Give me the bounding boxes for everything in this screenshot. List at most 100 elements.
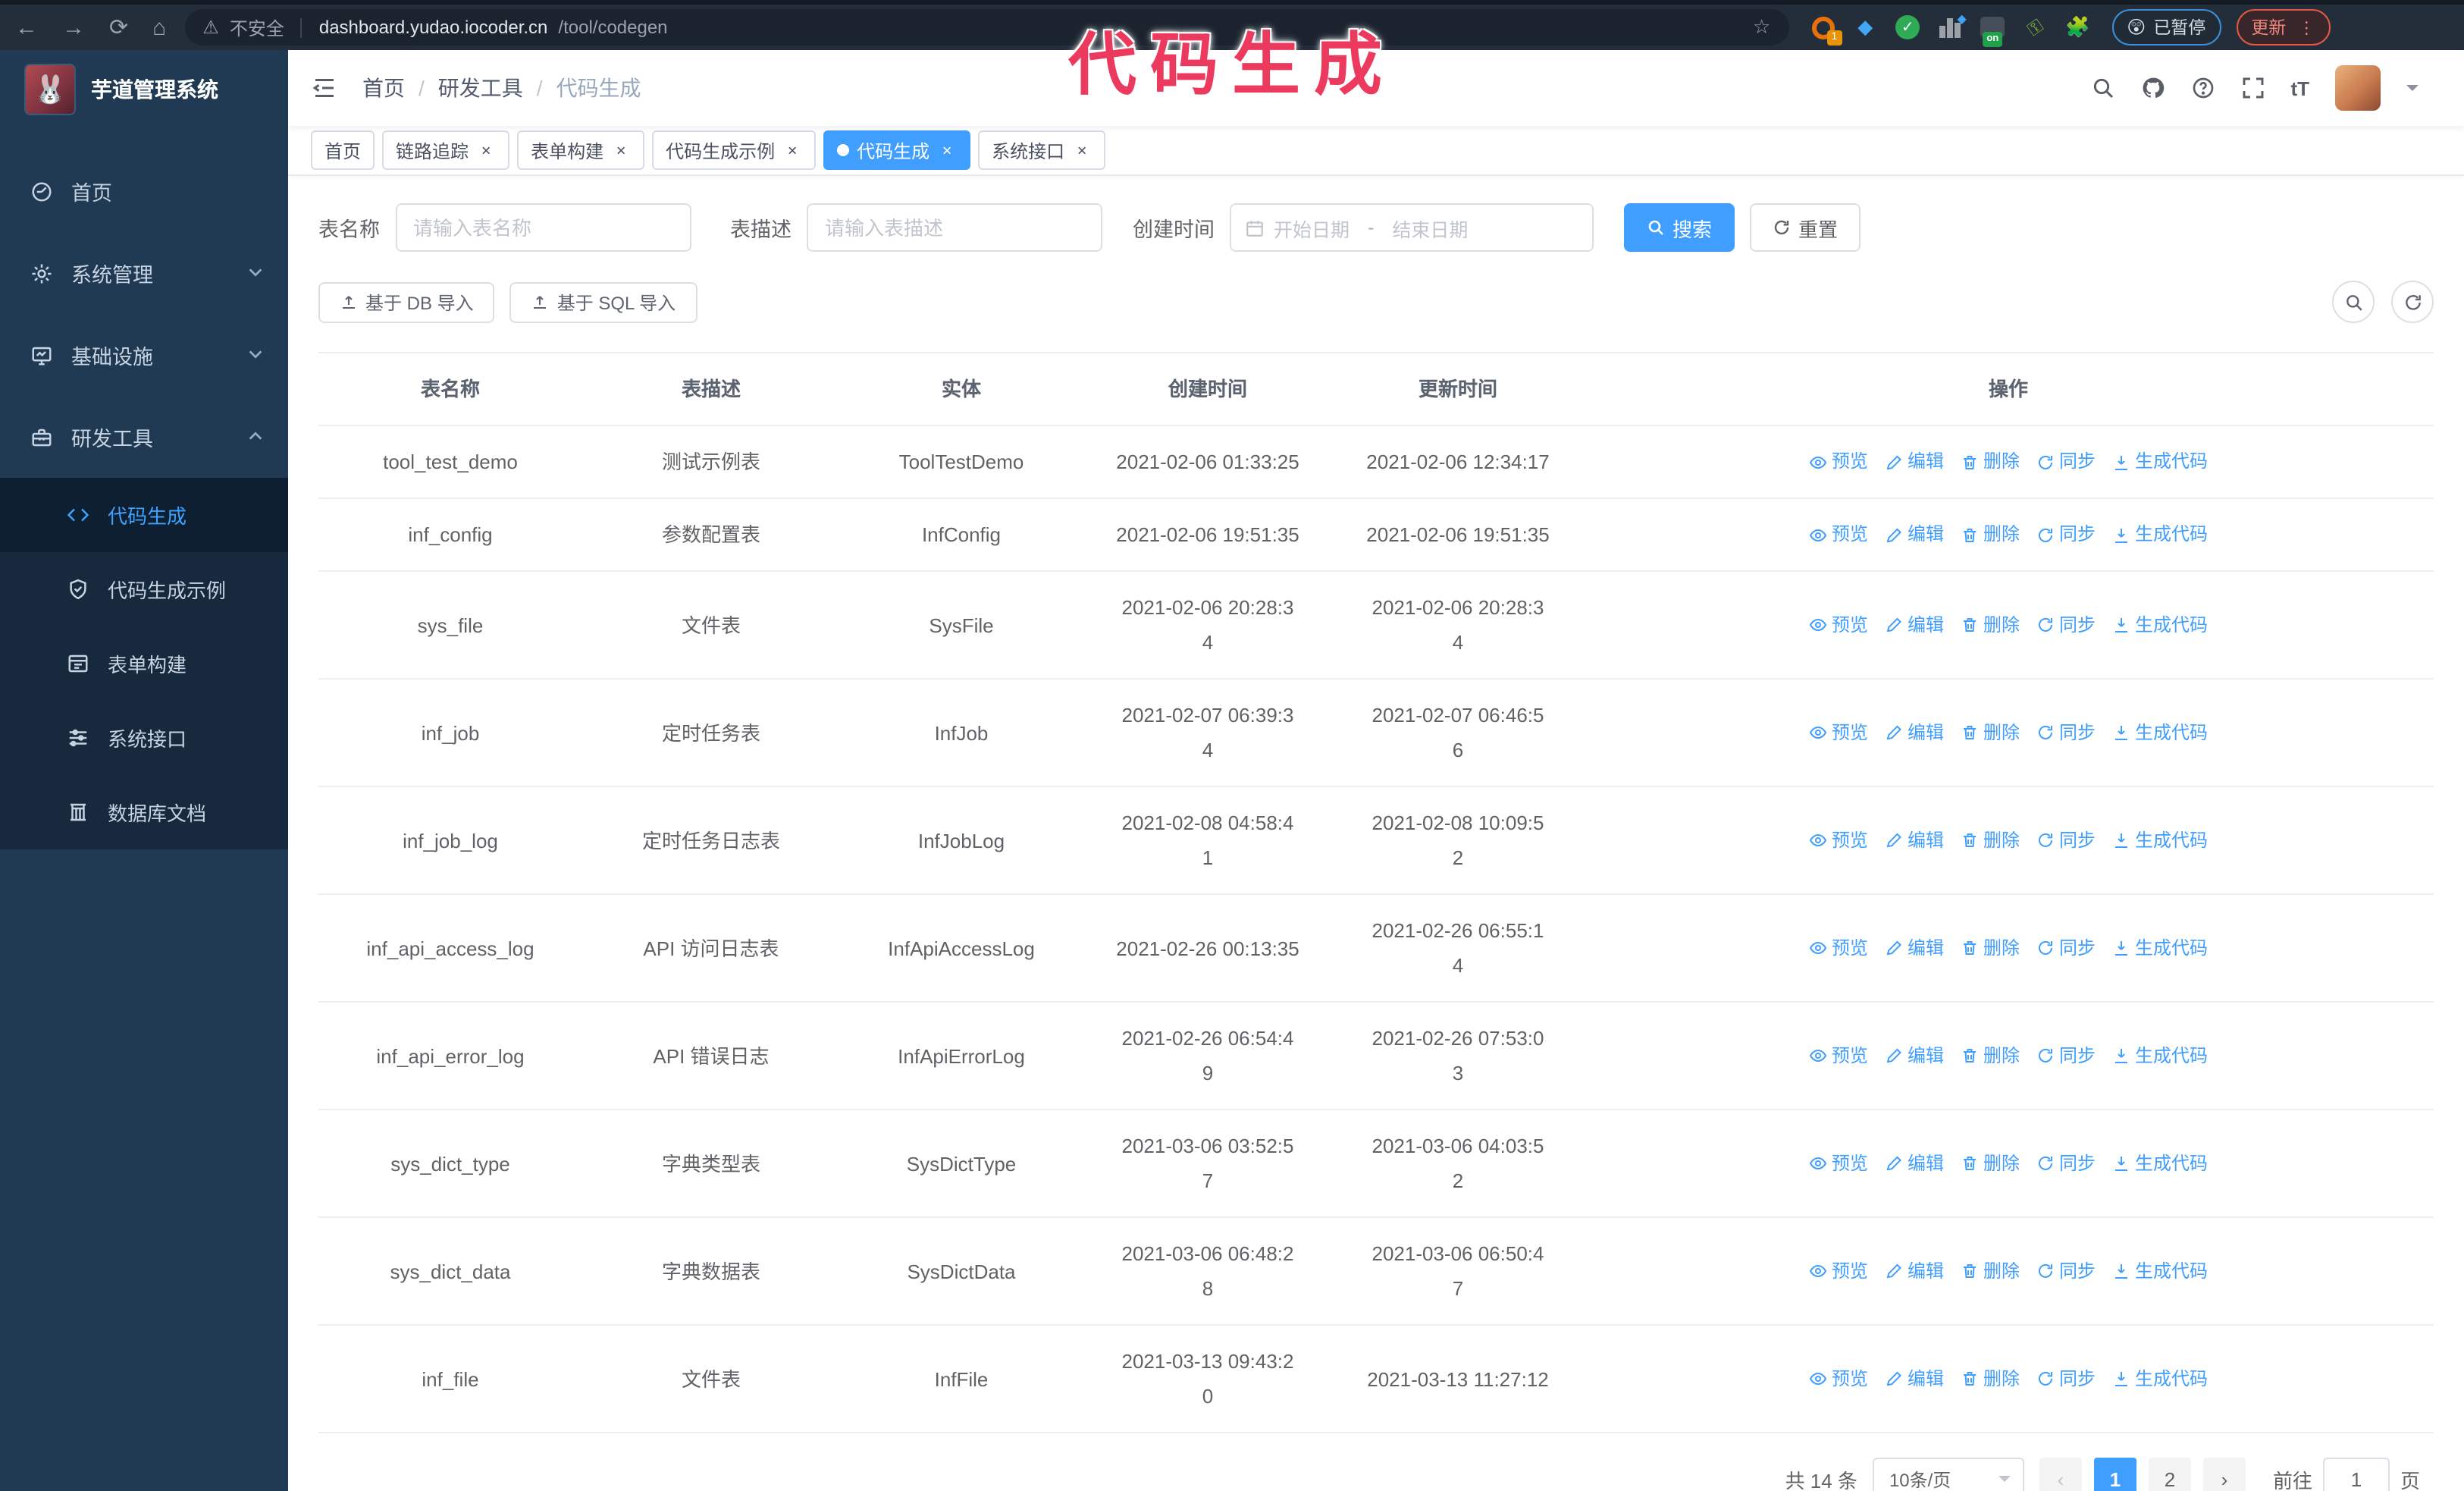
- extensions-puzzle-icon[interactable]: 🧩: [2064, 14, 2090, 40]
- generate-code-link[interactable]: 生成代码: [2112, 1361, 2208, 1396]
- sync-link[interactable]: 同步: [2036, 1361, 2096, 1396]
- edit-link[interactable]: 编辑: [1885, 607, 1944, 642]
- edit-link[interactable]: 编辑: [1885, 1361, 1944, 1396]
- generate-code-link[interactable]: 生成代码: [2112, 931, 2208, 965]
- table-desc-input[interactable]: [807, 203, 1102, 252]
- extension-key-icon[interactable]: ⚿: [2017, 9, 2053, 45]
- delete-link[interactable]: 删除: [1961, 1254, 2020, 1289]
- delete-link[interactable]: 删除: [1961, 1361, 2020, 1396]
- browser-back-icon[interactable]: ←: [15, 16, 38, 39]
- generate-code-link[interactable]: 生成代码: [2112, 607, 2208, 642]
- breadcrumb-group[interactable]: 研发工具: [438, 73, 523, 103]
- fullscreen-icon[interactable]: [2240, 76, 2265, 100]
- extension-dark-icon[interactable]: on: [1980, 14, 2005, 46]
- browser-forward-icon[interactable]: →: [62, 16, 85, 39]
- preview-link[interactable]: 预览: [1809, 444, 1868, 479]
- bookmark-star-icon[interactable]: ☆: [1753, 15, 1770, 39]
- toggle-search-button[interactable]: [2332, 281, 2375, 323]
- next-page-button[interactable]: ›: [2202, 1458, 2246, 1491]
- search-button[interactable]: 搜索: [1624, 203, 1735, 252]
- generate-code-link[interactable]: 生成代码: [2112, 1254, 2208, 1289]
- sidebar-item-system[interactable]: 系统管理: [0, 232, 288, 314]
- edit-link[interactable]: 编辑: [1885, 931, 1944, 965]
- sync-link[interactable]: 同步: [2036, 1038, 2096, 1073]
- sidebar-item-form-builder[interactable]: 表单构建: [0, 626, 288, 701]
- extension-check-icon[interactable]: ✓: [1895, 14, 1920, 40]
- sync-link[interactable]: 同步: [2036, 517, 2096, 552]
- close-icon[interactable]: [476, 140, 496, 160]
- font-size-icon[interactable]: [2290, 77, 2309, 99]
- delete-link[interactable]: 删除: [1961, 823, 2020, 858]
- edit-link[interactable]: 编辑: [1885, 823, 1944, 858]
- generate-code-link[interactable]: 生成代码: [2112, 1038, 2208, 1073]
- close-icon[interactable]: [611, 140, 631, 160]
- edit-link[interactable]: 编辑: [1885, 517, 1944, 552]
- edit-link[interactable]: 编辑: [1885, 444, 1944, 479]
- browser-menu-icon[interactable]: ⋮: [2298, 17, 2315, 37]
- tab-trace[interactable]: 链路追踪: [382, 130, 510, 170]
- delete-link[interactable]: 删除: [1961, 607, 2020, 642]
- breadcrumb-home[interactable]: 首页: [362, 73, 405, 103]
- edit-link[interactable]: 编辑: [1885, 1038, 1944, 1073]
- sync-link[interactable]: 同步: [2036, 931, 2096, 965]
- sidebar-item-codegen[interactable]: 代码生成: [0, 478, 288, 552]
- address-bar[interactable]: ⚠ 不安全 dashboard.yudao.iocoder.cn/tool/co…: [184, 9, 1789, 46]
- close-icon[interactable]: [937, 140, 957, 160]
- page-size-select[interactable]: 10条/页: [1872, 1458, 2024, 1491]
- user-avatar[interactable]: [2335, 65, 2381, 111]
- delete-link[interactable]: 删除: [1961, 931, 2020, 965]
- sync-link[interactable]: 同步: [2036, 607, 2096, 642]
- close-icon[interactable]: [1072, 140, 1092, 160]
- prev-page-button[interactable]: ‹: [2039, 1458, 2082, 1491]
- sync-link[interactable]: 同步: [2036, 823, 2096, 858]
- import-sql-button[interactable]: 基于 SQL 导入: [509, 281, 698, 322]
- edit-link[interactable]: 编辑: [1885, 1254, 1944, 1289]
- preview-link[interactable]: 预览: [1809, 823, 1868, 858]
- github-icon[interactable]: [2140, 76, 2165, 100]
- browser-reload-icon[interactable]: ⟳: [109, 16, 128, 39]
- generate-code-link[interactable]: 生成代码: [2112, 715, 2208, 750]
- tab-codegen-demo[interactable]: 代码生成示例: [652, 130, 817, 170]
- preview-link[interactable]: 预览: [1809, 517, 1868, 552]
- delete-link[interactable]: 删除: [1961, 1038, 2020, 1073]
- reset-button[interactable]: 重置: [1750, 203, 1861, 252]
- sync-link[interactable]: 同步: [2036, 444, 2096, 479]
- browser-home-icon[interactable]: ⌂: [152, 16, 166, 39]
- delete-link[interactable]: 删除: [1961, 444, 2020, 479]
- sidebar-item-codegen-demo[interactable]: 代码生成示例: [0, 552, 288, 626]
- generate-code-link[interactable]: 生成代码: [2112, 444, 2208, 479]
- search-icon[interactable]: [2090, 76, 2114, 100]
- page-button-1[interactable]: 1: [2093, 1458, 2136, 1491]
- preview-link[interactable]: 预览: [1809, 607, 1868, 642]
- date-range-picker[interactable]: 开始日期 - 结束日期: [1230, 203, 1594, 252]
- extension-orange-icon[interactable]: 1: [1810, 14, 1842, 45]
- generate-code-link[interactable]: 生成代码: [2112, 1146, 2208, 1181]
- preview-link[interactable]: 预览: [1809, 931, 1868, 965]
- preview-link[interactable]: 预览: [1809, 1254, 1868, 1289]
- delete-link[interactable]: 删除: [1961, 1146, 2020, 1181]
- question-icon[interactable]: [2190, 76, 2215, 100]
- browser-update-button[interactable]: 更新 ⋮: [2236, 9, 2331, 46]
- close-icon[interactable]: [782, 140, 802, 160]
- sync-link[interactable]: 同步: [2036, 715, 2096, 750]
- extension-gem-icon[interactable]: ◆: [1852, 14, 1878, 40]
- extension-columns-icon[interactable]: ◆: [1937, 11, 1967, 40]
- import-db-button[interactable]: 基于 DB 导入: [318, 281, 495, 322]
- tab-home[interactable]: 首页: [311, 130, 375, 170]
- table-name-input[interactable]: [395, 203, 691, 252]
- refresh-table-button[interactable]: [2391, 281, 2434, 323]
- page-button-2[interactable]: 2: [2148, 1458, 2191, 1491]
- delete-link[interactable]: 删除: [1961, 715, 2020, 750]
- delete-link[interactable]: 删除: [1961, 517, 2020, 552]
- preview-link[interactable]: 预览: [1809, 1146, 1868, 1181]
- sidebar-fold-icon[interactable]: [311, 74, 338, 102]
- user-menu-caret-icon[interactable]: [2406, 85, 2419, 97]
- edit-link[interactable]: 编辑: [1885, 1146, 1944, 1181]
- sidebar-item-db-doc[interactable]: 数据库文档: [0, 775, 288, 849]
- sync-link[interactable]: 同步: [2036, 1254, 2096, 1289]
- sidebar-item-infra[interactable]: 基础设施: [0, 314, 288, 396]
- profile-paused-badge[interactable]: 😲 已暂停: [2111, 9, 2221, 46]
- generate-code-link[interactable]: 生成代码: [2112, 517, 2208, 552]
- sidebar-item-home[interactable]: 首页: [0, 150, 288, 232]
- sidebar-item-devtools[interactable]: 研发工具: [0, 396, 288, 478]
